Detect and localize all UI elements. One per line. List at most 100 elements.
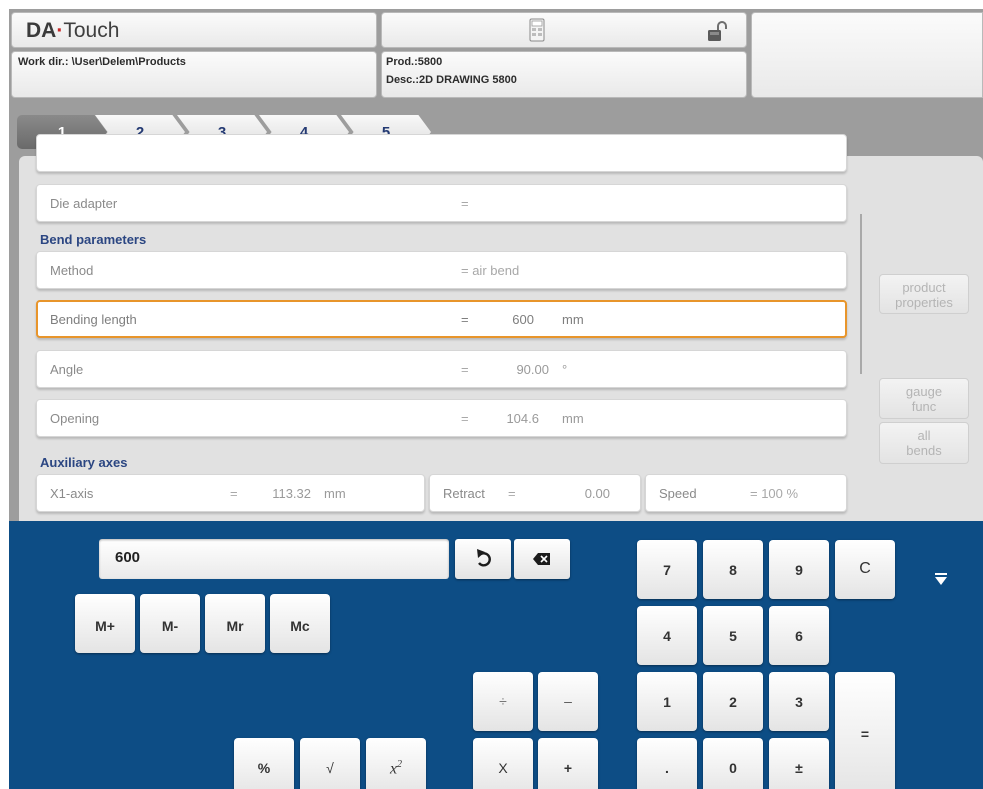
key-label: M- xyxy=(161,618,179,634)
app-window: DA·Touch Work dir.: \User\Delem\Products… xyxy=(9,9,983,789)
bending-length-unit: mm xyxy=(562,312,584,327)
retract-label: Retract xyxy=(443,486,485,501)
memory-add-button[interactable]: M+ xyxy=(75,594,135,653)
method-label: Method xyxy=(50,263,94,278)
digit-5-button[interactable]: 5 xyxy=(703,606,763,665)
key-label: 3 xyxy=(795,694,803,710)
key-label: 8 xyxy=(729,562,737,578)
collapse-keypad-icon[interactable] xyxy=(933,571,949,587)
retract-value: 0.00 xyxy=(584,486,610,501)
row-opening[interactable]: Opening = 104.6 mm xyxy=(36,399,847,437)
row-x1-axis[interactable]: X1-axis = 113.32 mm xyxy=(36,474,425,512)
equals-button[interactable]: = xyxy=(835,672,895,789)
angle-label: Angle xyxy=(50,362,84,377)
opening-value: 104.6 xyxy=(506,411,539,426)
key-label: C xyxy=(859,560,871,577)
digit-9-button[interactable]: 9 xyxy=(769,540,829,599)
key-label: ÷ xyxy=(499,693,507,709)
square-exponent: 2 xyxy=(397,759,403,770)
plus-button[interactable]: + xyxy=(538,738,598,789)
key-label: 2 xyxy=(729,694,737,710)
key-label: Mc xyxy=(290,618,310,634)
logo-panel: DA·Touch xyxy=(11,12,377,48)
memory-recall-button[interactable]: Mr xyxy=(205,594,265,653)
digit-1-button[interactable]: 1 xyxy=(637,672,697,731)
digit-3-button[interactable]: 3 xyxy=(769,672,829,731)
square-label: x2 xyxy=(366,759,426,778)
section-bend-parameters: Bend parameters xyxy=(40,232,147,247)
unlocked-padlock-icon[interactable] xyxy=(707,21,727,43)
digit-6-button[interactable]: 6 xyxy=(769,606,829,665)
row-method[interactable]: Method = air bend xyxy=(36,251,847,289)
multiply-button[interactable]: X xyxy=(473,738,533,789)
key-label: . xyxy=(665,760,669,776)
product-properties-line1: product xyxy=(902,280,946,295)
retract-eq: = xyxy=(508,486,516,501)
digit-4-button[interactable]: 4 xyxy=(637,606,697,665)
row-speed[interactable]: Speed = 100 % xyxy=(645,474,847,512)
memory-clear-button[interactable]: Mc xyxy=(270,594,330,653)
product-properties-panel: Die adapter = Bend parameters Method = a… xyxy=(19,134,983,526)
minus-button[interactable]: – xyxy=(538,672,598,731)
product-properties-button[interactable]: product properties xyxy=(879,274,969,314)
calculator-icon[interactable] xyxy=(529,18,545,42)
row-retract[interactable]: Retract = 0.00 xyxy=(429,474,641,512)
keypad-display[interactable]: 600 xyxy=(99,539,449,579)
backspace-icon xyxy=(533,553,550,565)
product-info-panel: Prod.:5800 Desc.:2D DRAWING 5800 xyxy=(381,51,747,98)
header-right-panel xyxy=(751,12,983,98)
gauge-func-button[interactable]: gauge func xyxy=(879,378,969,419)
key-label: 7 xyxy=(663,562,671,578)
x1-axis-value: 113.32 xyxy=(272,486,311,501)
scrollbar[interactable] xyxy=(860,214,862,374)
square-base: x xyxy=(389,760,398,778)
product-id: Prod.:5800 xyxy=(386,56,443,68)
opening-unit: mm xyxy=(562,411,584,426)
key-label: 1 xyxy=(663,694,671,710)
digit-0-button[interactable]: 0 xyxy=(703,738,763,789)
undo-button[interactable] xyxy=(455,539,511,579)
plus-minus-button[interactable]: ± xyxy=(769,738,829,789)
undo-icon xyxy=(477,549,491,567)
work-dir-panel: Work dir.: \User\Delem\Products xyxy=(11,51,377,98)
key-label: 0 xyxy=(729,760,737,776)
key-label: – xyxy=(564,693,572,709)
row-bending-length[interactable]: Bending length = 600 mm xyxy=(36,300,847,338)
product-properties-line2: properties xyxy=(895,295,953,310)
digit-2-button[interactable]: 2 xyxy=(703,672,763,731)
percent-button[interactable]: % xyxy=(234,738,294,789)
key-label: 5 xyxy=(729,628,737,644)
key-label: √ xyxy=(326,760,334,776)
clear-button[interactable]: C xyxy=(835,540,895,599)
digit-7-button[interactable]: 7 xyxy=(637,540,697,599)
key-label: 9 xyxy=(795,562,803,578)
backspace-button[interactable] xyxy=(514,539,570,579)
square-button[interactable]: x2 xyxy=(366,738,426,789)
bending-length-eq: = xyxy=(461,312,469,327)
row-die-adapter[interactable]: Die adapter = xyxy=(36,184,847,222)
key-label: % xyxy=(257,760,271,776)
work-dir-text: Work dir.: \User\Delem\Products xyxy=(18,56,186,68)
gauge-func-line1: gauge xyxy=(905,384,943,399)
speed-value: = 100 % xyxy=(750,486,799,501)
angle-eq: = xyxy=(461,362,469,377)
row-partial-top xyxy=(36,134,847,172)
gauge-func-line2: func xyxy=(911,399,937,414)
square-root-button[interactable]: √ xyxy=(300,738,360,789)
logo-brand: DA xyxy=(26,19,57,42)
speed-label: Speed xyxy=(659,486,697,501)
all-bends-button[interactable]: all bends xyxy=(879,422,969,464)
digit-8-button[interactable]: 8 xyxy=(703,540,763,599)
app-logo: DA·Touch xyxy=(26,19,120,42)
all-bends-line1: all xyxy=(917,428,931,443)
row-angle[interactable]: Angle = 90.00 ° xyxy=(36,350,847,388)
key-label: 4 xyxy=(663,628,671,644)
key-label: = xyxy=(860,726,870,742)
divide-button[interactable]: ÷ xyxy=(473,672,533,731)
decimal-point-button[interactable]: . xyxy=(637,738,697,789)
bending-length-value: 600 xyxy=(512,312,534,327)
x1-axis-eq: = xyxy=(230,486,238,501)
x1-axis-label: X1-axis xyxy=(50,486,94,501)
memory-subtract-button[interactable]: M- xyxy=(140,594,200,653)
section-auxiliary-axes: Auxiliary axes xyxy=(40,455,128,470)
